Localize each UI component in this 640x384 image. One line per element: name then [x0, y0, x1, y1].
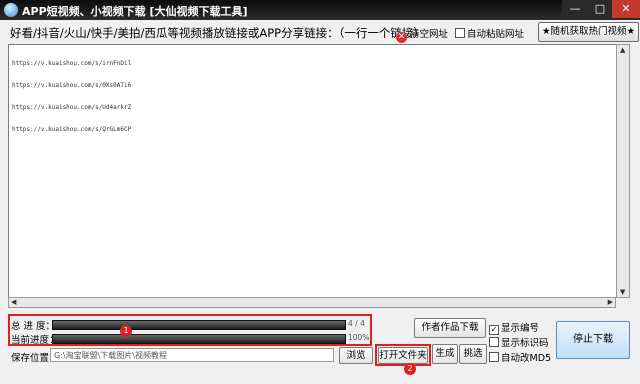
auto-md5-checkbox[interactable]: 自动改MD5 [489, 350, 551, 364]
app-cloud-icon [4, 3, 18, 17]
annotation-badge-2: 2 [404, 363, 416, 375]
clear-urls-label: 清空网址 [410, 29, 449, 40]
url-textarea[interactable]: https://v.kuaishou.com/s/irnFnDil https:… [8, 44, 618, 298]
scroll-left-arrow-icon[interactable]: ◀ [11, 298, 16, 307]
close-button[interactable]: ✕ [612, 0, 640, 18]
save-path-field[interactable]: G:\淘宝联盟\下载图片\视频教程 [50, 348, 334, 362]
app-window: APP短视频、小视频下载 [大仙视频下载工具] — □ ✕ 好看/抖音/火山/快… [0, 0, 640, 384]
url-lines: https://v.kuaishou.com/s/irnFnDil https:… [12, 45, 131, 149]
show-marker-label: 显示标识码 [501, 338, 549, 349]
vertical-scrollbar[interactable]: ▲ ▼ [616, 44, 630, 298]
author-works-download-button[interactable]: 作者作品下载 [414, 318, 486, 338]
annotation-box-open-folder [375, 344, 431, 366]
show-number-checkbox-box[interactable]: ✓ [489, 325, 499, 335]
horizontal-scrollbar[interactable]: ◀ ▶ [8, 297, 616, 308]
generate-button[interactable]: 生成 [432, 344, 458, 364]
auto-paste-label: 自动粘贴网址 [467, 29, 525, 40]
show-marker-checkbox-box[interactable] [489, 337, 499, 347]
auto-paste-checkbox-box[interactable] [455, 28, 465, 38]
pick-button[interactable]: 挑选 [459, 344, 487, 364]
link-input-prompt: 好看/抖音/火山/快手/美拍/西瓜等视频播放链接或APP分享链接：（一行一个链接… [10, 26, 425, 40]
title-bar: APP短视频、小视频下载 [大仙视频下载工具] — □ ✕ [0, 0, 640, 20]
auto-md5-label: 自动改MD5 [501, 353, 552, 364]
show-number-checkbox[interactable]: ✓ 显示编号 [489, 320, 539, 335]
url-line: https://v.kuaishou.com/s/Ud4arkrZ [12, 104, 132, 112]
maximize-button[interactable]: □ [588, 0, 612, 18]
scroll-down-arrow-icon[interactable]: ▼ [620, 288, 625, 296]
scroll-right-arrow-icon[interactable]: ▶ [608, 298, 613, 307]
minimize-button[interactable]: — [562, 0, 588, 18]
link-toolbar: 好看/抖音/火山/快手/美拍/西瓜等视频播放链接或APP分享链接：（一行一个链接… [0, 20, 640, 44]
url-line: https://v.kuaishou.com/s/0Xs0ATi6 [12, 82, 132, 90]
auto-md5-checkbox-box[interactable] [489, 352, 499, 362]
annotation-badge-1: 1 [120, 325, 132, 337]
stop-download-button[interactable]: 停止下载 [556, 321, 630, 359]
annotation-box-progress [8, 314, 372, 346]
random-hot-video-button[interactable]: ★随机获取热门视频★ [538, 22, 639, 42]
show-number-label: 显示编号 [501, 323, 540, 334]
clear-urls-button[interactable]: ✕ 清空网址 [396, 26, 448, 43]
window-title: APP短视频、小视频下载 [大仙视频下载工具] [22, 5, 248, 18]
scroll-up-arrow-icon[interactable]: ▲ [620, 46, 625, 54]
show-marker-checkbox[interactable]: 显示标识码 [489, 335, 549, 349]
clear-x-icon: ✕ [396, 32, 407, 43]
auto-paste-checkbox[interactable]: 自动粘贴网址 [455, 26, 524, 40]
browse-button[interactable]: 浏览 [339, 347, 373, 364]
url-line: https://v.kuaishou.com/s/QrGLm6CP [12, 126, 132, 134]
url-line: https://v.kuaishou.com/s/irnFnDil [12, 59, 132, 67]
